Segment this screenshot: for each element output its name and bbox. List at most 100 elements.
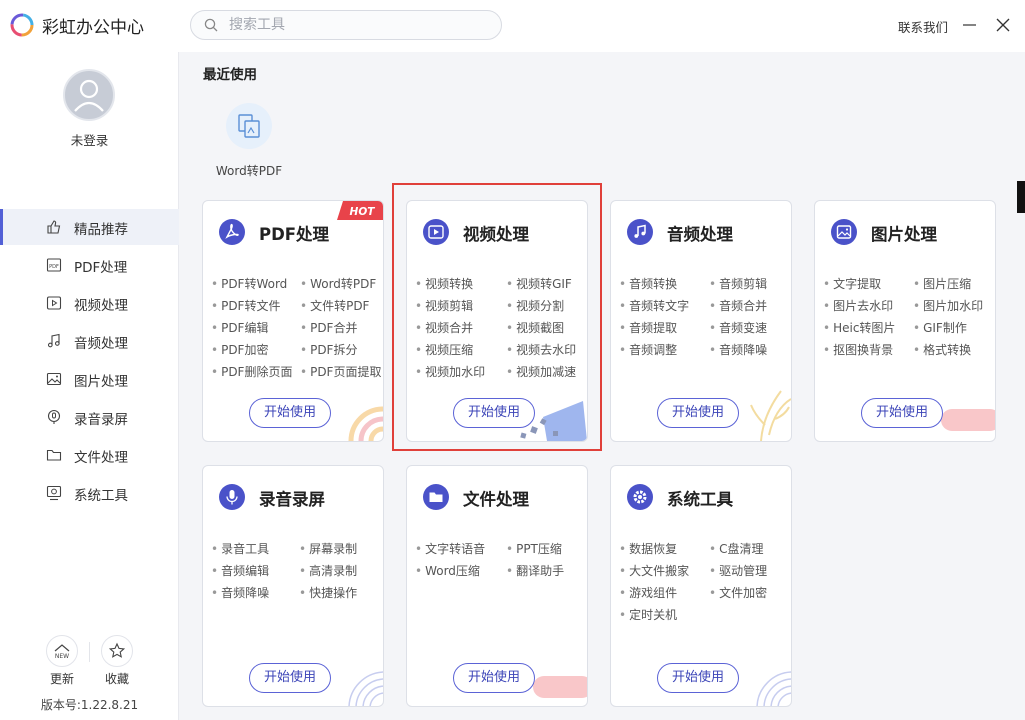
feature-item[interactable]: PDF编辑 <box>211 319 268 336</box>
start-button[interactable]: 开始使用 <box>861 398 943 428</box>
feature-item[interactable]: 音频降噪 <box>211 584 269 601</box>
feature-item[interactable]: PDF加密 <box>211 341 268 358</box>
start-button[interactable]: 开始使用 <box>657 398 739 428</box>
feature-item[interactable]: PDF页面提取 <box>300 363 381 380</box>
sidebar-item-record[interactable]: 录音录屏 <box>0 399 179 435</box>
feature-item[interactable]: 音频编辑 <box>211 562 269 579</box>
close-icon[interactable] <box>991 13 1015 37</box>
search-input[interactable] <box>229 15 489 35</box>
sidebar-item-system[interactable]: 系统工具 <box>0 475 179 511</box>
feature-item[interactable]: 文字提取 <box>823 275 881 292</box>
card-decoration <box>348 671 383 706</box>
scrollbar-thumb[interactable] <box>1017 181 1025 213</box>
sidebar-item-pdf[interactable]: PDF PDF处理 <box>0 247 179 283</box>
feature-item[interactable]: 音频剪辑 <box>709 275 767 292</box>
sidebar-item-label: 音频处理 <box>74 336 128 352</box>
card-file[interactable]: 文件处理 文字转语音 PPT压缩 Word压缩 翻译助手 开始使用 <box>406 465 588 707</box>
feature-item[interactable]: 文件加密 <box>709 584 767 601</box>
favorite-button[interactable] <box>101 635 133 667</box>
music-note-icon <box>627 219 653 245</box>
feature-item[interactable]: 图片去水印 <box>823 297 893 314</box>
card-video[interactable]: 视频处理 视频转换 视频转GIF 视频剪辑 视频分割 视频合并 视频截图 视频压… <box>406 200 588 442</box>
svg-text:NEW: NEW <box>55 653 69 660</box>
avatar[interactable] <box>63 69 115 121</box>
feature-item[interactable]: 定时关机 <box>619 606 677 623</box>
feature-item[interactable]: 快捷操作 <box>299 584 357 601</box>
music-icon <box>47 333 60 348</box>
app-title: 彩虹办公中心 <box>42 18 144 38</box>
card-system[interactable]: 系统工具 数据恢复 C盘清理 大文件搬家 驱动管理 游戏组件 文件加密 定时关机… <box>610 465 792 707</box>
recent-item-label[interactable]: Word转PDF <box>203 162 295 179</box>
feature-item[interactable]: 视频转换 <box>415 275 473 292</box>
start-button[interactable]: 开始使用 <box>453 663 535 693</box>
start-button[interactable]: 开始使用 <box>249 398 331 428</box>
feature-item[interactable]: 驱动管理 <box>709 562 767 579</box>
feature-item[interactable]: 图片压缩 <box>913 275 971 292</box>
feature-item[interactable]: 视频压缩 <box>415 341 473 358</box>
feature-item[interactable]: 音频转文字 <box>619 297 689 314</box>
feature-item[interactable]: Heic转图片 <box>823 319 895 336</box>
feature-item[interactable]: 音频转换 <box>619 275 677 292</box>
start-button[interactable]: 开始使用 <box>249 663 331 693</box>
feature-item[interactable]: PPT压缩 <box>506 540 562 557</box>
feature-item[interactable]: 音频合并 <box>709 297 767 314</box>
feature-item[interactable]: 文件转PDF <box>300 297 369 314</box>
sidebar-item-file[interactable]: 文件处理 <box>0 437 179 473</box>
feature-item[interactable]: 视频加水印 <box>415 363 485 380</box>
contact-us-link[interactable]: 联系我们 <box>898 17 948 36</box>
feature-item[interactable]: 视频转GIF <box>506 275 572 292</box>
svg-text:HOT: HOT <box>350 206 376 218</box>
feature-item[interactable]: 数据恢复 <box>619 540 677 557</box>
login-status[interactable]: 未登录 <box>0 130 179 149</box>
minimize-icon[interactable] <box>958 13 982 37</box>
start-button[interactable]: 开始使用 <box>657 663 739 693</box>
feature-item[interactable]: 视频去水印 <box>506 341 576 358</box>
feature-item[interactable]: GIF制作 <box>913 319 967 336</box>
image-icon <box>46 372 62 386</box>
star-icon <box>108 642 126 658</box>
feature-item[interactable]: PDF转Word <box>211 275 287 292</box>
feature-item[interactable]: 视频合并 <box>415 319 473 336</box>
card-record[interactable]: 录音录屏 录音工具 屏幕录制 音频编辑 高清录制 音频降噪 快捷操作 开始使用 <box>202 465 384 707</box>
feature-item[interactable]: 音频变速 <box>709 319 767 336</box>
recent-item-word-to-pdf[interactable] <box>226 103 272 149</box>
feature-item[interactable]: PDF合并 <box>300 319 357 336</box>
feature-item[interactable]: 屏幕录制 <box>299 540 357 557</box>
feature-item[interactable]: 图片加水印 <box>913 297 983 314</box>
card-pdf[interactable]: PDF处理 HOT PDF转Word Word转PDF PDF转文件 文件转PD… <box>202 200 384 442</box>
feature-item[interactable]: 音频降噪 <box>709 341 767 358</box>
feature-item[interactable]: 录音工具 <box>211 540 269 557</box>
feature-item[interactable]: 大文件搬家 <box>619 562 689 579</box>
feature-item[interactable]: PDF删除页面 <box>211 363 292 380</box>
feature-item[interactable]: 抠图换背景 <box>823 341 893 358</box>
feature-item[interactable]: 翻译助手 <box>506 562 564 579</box>
card-audio[interactable]: 音频处理 音频转换 音频剪辑 音频转文字 音频合并 音频提取 音频变速 音频调整… <box>610 200 792 442</box>
feature-item[interactable]: 格式转换 <box>913 341 971 358</box>
feature-item[interactable]: 视频分割 <box>506 297 564 314</box>
card-image[interactable]: 图片处理 文字提取 图片压缩 图片去水印 图片加水印 Heic转图片 GIF制作… <box>814 200 996 442</box>
title-bar: 彩虹办公中心 联系我们 <box>0 0 1025 52</box>
feature-item[interactable]: 视频剪辑 <box>415 297 473 314</box>
feature-item[interactable]: 音频调整 <box>619 341 677 358</box>
feature-item[interactable]: PDF拆分 <box>300 341 357 358</box>
folder-icon <box>46 449 62 461</box>
update-button[interactable]: NEW <box>46 635 78 667</box>
image-icon <box>831 219 857 245</box>
feature-item[interactable]: 视频加减速 <box>506 363 576 380</box>
feature-item[interactable]: 视频截图 <box>506 319 564 336</box>
feature-item[interactable]: Word压缩 <box>415 562 480 579</box>
feature-item[interactable]: Word转PDF <box>300 275 376 292</box>
sidebar-item-video[interactable]: 视频处理 <box>0 285 179 321</box>
sidebar-item-image[interactable]: 图片处理 <box>0 361 179 397</box>
feature-item[interactable]: 音频提取 <box>619 319 677 336</box>
feature-item[interactable]: PDF转文件 <box>211 297 280 314</box>
feature-item[interactable]: 文字转语音 <box>415 540 485 557</box>
start-button[interactable]: 开始使用 <box>453 398 535 428</box>
feature-item[interactable]: 游戏组件 <box>619 584 677 601</box>
sidebar-item-audio[interactable]: 音频处理 <box>0 323 179 359</box>
sidebar-item-recommended[interactable]: 精品推荐 <box>0 209 179 245</box>
system-tool-icon <box>46 485 62 501</box>
feature-item[interactable]: 高清录制 <box>299 562 357 579</box>
feature-item[interactable]: C盘清理 <box>709 540 763 557</box>
search-box[interactable] <box>190 10 502 40</box>
